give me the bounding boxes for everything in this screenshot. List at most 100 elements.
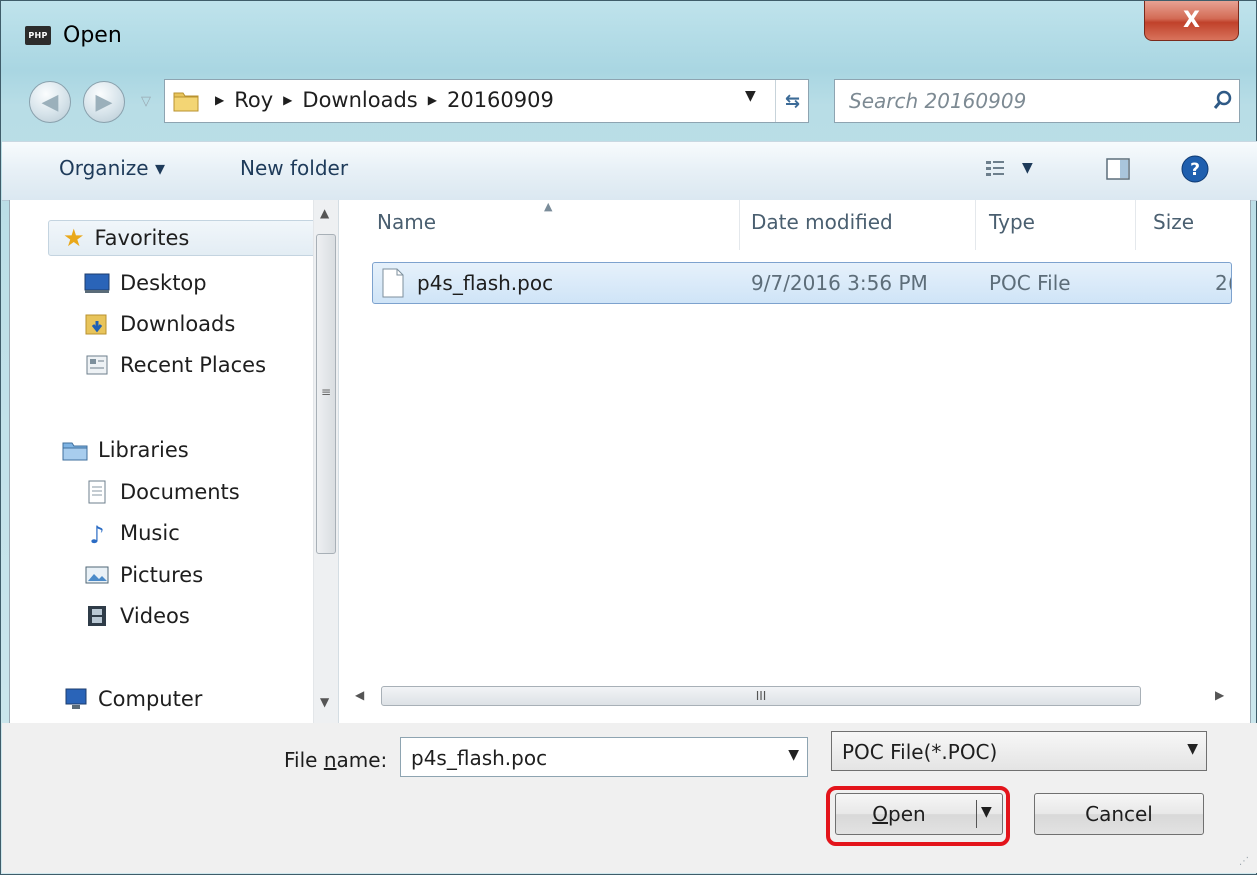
close-icon: X xyxy=(1183,8,1200,33)
recent-locations-dropdown[interactable]: ▽ xyxy=(141,94,151,109)
forward-button[interactable]: ▶ xyxy=(83,81,125,123)
folder-icon xyxy=(173,92,199,112)
nav-downloads-label: Downloads xyxy=(120,312,236,336)
svg-text:?: ? xyxy=(1190,160,1200,180)
star-icon: ★ xyxy=(63,224,85,252)
open-button-highlight xyxy=(826,786,1010,846)
file-icon xyxy=(382,268,404,298)
help-icon[interactable]: ? xyxy=(1180,154,1210,184)
nav-pictures-label: Pictures xyxy=(120,563,204,587)
nav-downloads[interactable]: Downloads xyxy=(84,305,235,343)
scroll-right-icon[interactable]: ▶ xyxy=(1215,688,1224,702)
view-options-icon[interactable] xyxy=(984,158,1006,180)
recent-places-icon xyxy=(86,355,108,375)
browser-area: ★ Favorites Desktop Downloads Recent Pla… xyxy=(9,200,1251,723)
window-title: Open xyxy=(63,23,122,48)
documents-icon xyxy=(88,480,106,504)
sort-ascending-icon: ▲ xyxy=(544,200,553,213)
breadcrumb-arrow-icon[interactable]: ▶ xyxy=(215,93,224,107)
nav-favorites-label: Favorites xyxy=(94,226,190,250)
nav-vertical-scrollbar[interactable]: ▲ ≡ ▼ xyxy=(313,200,338,723)
scroll-left-icon[interactable]: ◀ xyxy=(355,688,364,702)
nav-desktop-label: Desktop xyxy=(120,271,207,295)
breadcrumb-20160909[interactable]: 20160909 xyxy=(447,88,554,112)
file-name-field[interactable]: p4s_flash.poc ▼ xyxy=(400,737,808,777)
column-divider[interactable] xyxy=(739,200,740,250)
file-name-value[interactable]: p4s_flash.poc xyxy=(411,746,547,770)
pictures-icon xyxy=(85,566,109,584)
column-divider[interactable] xyxy=(975,200,976,250)
file-list: ▲ Name Date modified Type Size p4s_flash… xyxy=(339,200,1250,723)
refresh-button[interactable]: ⇆ xyxy=(775,80,809,122)
close-button[interactable]: X xyxy=(1144,1,1239,41)
file-type: POC File xyxy=(989,271,1071,295)
nav-computer-label: Computer xyxy=(98,687,203,711)
address-dropdown-icon[interactable]: ▼ xyxy=(745,88,756,104)
address-bar[interactable]: ▶ Roy ▶ Downloads ▶ 20160909 ▼ ⇆ xyxy=(164,79,809,123)
search-icon[interactable] xyxy=(1213,90,1233,110)
search-box[interactable]: Search 20160909 xyxy=(834,79,1240,123)
filter-dropdown-icon[interactable]: ▼ xyxy=(1187,741,1198,757)
desktop-icon xyxy=(84,273,110,293)
dialog-footer: File name: p4s_flash.poc ▼ POC File(*.PO… xyxy=(2,723,1257,873)
file-name-dropdown-icon[interactable]: ▼ xyxy=(788,747,799,763)
horizontal-scrollbar[interactable]: ◀ III ▶ xyxy=(345,684,1240,708)
nav-desktop[interactable]: Desktop xyxy=(84,264,207,302)
file-type-filter[interactable]: POC File(*.POC) ▼ xyxy=(831,731,1207,771)
search-input[interactable]: Search 20160909 xyxy=(849,89,1026,113)
nav-documents[interactable]: Documents xyxy=(84,473,240,511)
nav-recent-places-label: Recent Places xyxy=(120,353,267,377)
music-note-icon: ♪ xyxy=(89,521,105,549)
column-divider[interactable] xyxy=(1135,200,1136,250)
nav-computer[interactable]: Computer xyxy=(62,680,202,718)
nav-libraries[interactable]: Libraries xyxy=(62,431,189,469)
column-size[interactable]: Size xyxy=(1153,210,1194,234)
back-button[interactable]: ◀ xyxy=(29,81,71,123)
nav-music-label: Music xyxy=(120,521,180,545)
libraries-icon xyxy=(62,442,88,461)
breadcrumb-downloads[interactable]: Downloads xyxy=(302,88,417,112)
file-name: p4s_flash.poc xyxy=(417,271,554,295)
php-app-icon: PHP xyxy=(25,26,51,45)
column-name[interactable]: Name xyxy=(377,210,436,234)
downloads-folder-icon xyxy=(85,314,107,335)
refresh-icon: ⇆ xyxy=(784,90,801,112)
new-folder-button[interactable]: New folder xyxy=(240,156,348,180)
computer-icon xyxy=(65,688,87,709)
nav-libraries-label: Libraries xyxy=(98,438,189,462)
file-date: 9/7/2016 3:56 PM xyxy=(751,271,928,295)
horizontal-scroll-thumb[interactable]: III xyxy=(381,686,1141,706)
nav-recent-places[interactable]: Recent Places xyxy=(84,346,266,384)
videos-icon xyxy=(88,606,106,626)
forward-arrow-icon: ▶ xyxy=(95,89,113,115)
back-arrow-icon: ◀ xyxy=(41,89,59,115)
file-row[interactable]: p4s_flash.poc 9/7/2016 3:56 PM POC File … xyxy=(372,262,1232,304)
scroll-up-icon[interactable]: ▲ xyxy=(320,206,329,220)
file-name-label: File name: xyxy=(284,748,388,772)
title-bar: PHP Open X xyxy=(1,1,1256,71)
grip-icon: ≡ xyxy=(321,385,332,399)
resize-grip-icon[interactable]: ⋰ xyxy=(1239,856,1249,867)
file-size: 2( xyxy=(1215,271,1231,295)
view-dropdown-icon[interactable]: ▼ xyxy=(1022,160,1033,176)
command-bar: Organize ▾ New folder ▼ ? xyxy=(2,141,1257,201)
open-dialog: PHP Open X ◀ ▶ ▽ ▶ Roy ▶ Downloads ▶ 20160909… xyxy=(0,0,1257,875)
nav-scroll-thumb[interactable]: ≡ xyxy=(316,234,336,554)
nav-pictures[interactable]: Pictures xyxy=(84,556,203,594)
nav-videos-label: Videos xyxy=(120,604,190,628)
breadcrumb-arrow-icon[interactable]: ▶ xyxy=(428,93,437,107)
column-date-modified[interactable]: Date modified xyxy=(751,210,893,234)
preview-pane-icon[interactable] xyxy=(1105,156,1131,182)
nav-favorites[interactable]: ★ Favorites xyxy=(48,220,324,256)
column-type[interactable]: Type xyxy=(989,210,1035,234)
scroll-down-icon[interactable]: ▼ xyxy=(320,695,329,709)
breadcrumb: ▶ Roy ▶ Downloads ▶ 20160909 xyxy=(205,88,554,112)
breadcrumb-arrow-icon[interactable]: ▶ xyxy=(283,93,292,107)
navigation-pane: ★ Favorites Desktop Downloads Recent Pla… xyxy=(10,200,339,723)
cancel-button[interactable]: Cancel xyxy=(1034,793,1204,835)
organize-button[interactable]: Organize ▾ xyxy=(59,156,165,180)
nav-videos[interactable]: Videos xyxy=(84,597,190,635)
breadcrumb-roy[interactable]: Roy xyxy=(234,88,273,112)
nav-music[interactable]: ♪ Music xyxy=(84,514,180,552)
grip-icon: III xyxy=(755,689,767,703)
